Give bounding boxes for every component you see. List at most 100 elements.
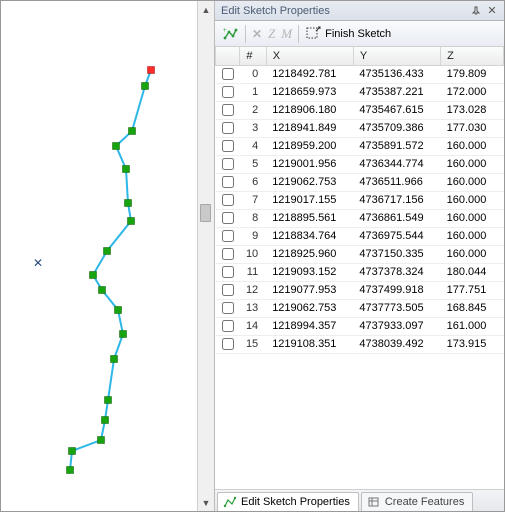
row-checkbox-cell[interactable] bbox=[216, 227, 240, 245]
sketch-vertex[interactable] bbox=[104, 248, 111, 255]
sketch-vertex[interactable] bbox=[90, 272, 97, 279]
close-icon[interactable]: ✕ bbox=[484, 4, 500, 18]
row-y: 4735136.433 bbox=[353, 65, 440, 83]
row-y: 4735891.572 bbox=[353, 137, 440, 155]
table-row[interactable]: 11218659.9734735387.221172.000 bbox=[216, 83, 504, 101]
sketch-vertex[interactable] bbox=[99, 287, 106, 294]
table-row[interactable]: 111219093.1524737378.324180.044 bbox=[216, 263, 504, 281]
sketch-vertex[interactable] bbox=[113, 143, 120, 150]
table-row[interactable]: 151219108.3514738039.492173.915 bbox=[216, 335, 504, 353]
row-index: 5 bbox=[240, 155, 266, 173]
table-row[interactable]: 141218994.3574737933.097161.000 bbox=[216, 317, 504, 335]
sketch-vertex[interactable] bbox=[105, 397, 112, 404]
row-checkbox-cell[interactable] bbox=[216, 263, 240, 281]
row-checkbox-cell[interactable] bbox=[216, 173, 240, 191]
row-x: 1219077.953 bbox=[266, 281, 353, 299]
row-checkbox-cell[interactable] bbox=[216, 137, 240, 155]
row-checkbox-cell[interactable] bbox=[216, 299, 240, 317]
row-index: 8 bbox=[240, 209, 266, 227]
scroll-track[interactable] bbox=[198, 18, 214, 494]
sketch-vertex[interactable] bbox=[102, 417, 109, 424]
sketch-vertex[interactable] bbox=[120, 331, 127, 338]
row-checkbox[interactable] bbox=[222, 248, 234, 260]
sketch-vertex[interactable] bbox=[142, 83, 149, 90]
row-checkbox[interactable] bbox=[222, 230, 234, 242]
row-checkbox-cell[interactable] bbox=[216, 317, 240, 335]
row-checkbox-cell[interactable] bbox=[216, 209, 240, 227]
map-canvas[interactable]: ✕ bbox=[1, 1, 197, 511]
col-z[interactable]: Z bbox=[441, 47, 504, 65]
col-index[interactable]: # bbox=[240, 47, 266, 65]
row-z: 161.000 bbox=[441, 317, 504, 335]
sketch-vertex[interactable] bbox=[67, 467, 74, 474]
tab-edit-sketch[interactable]: Edit Sketch Properties bbox=[217, 492, 359, 511]
row-checkbox-cell[interactable] bbox=[216, 191, 240, 209]
row-x: 1218834.764 bbox=[266, 227, 353, 245]
row-y: 4737773.505 bbox=[353, 299, 440, 317]
sketch-tool-icon[interactable]: + bbox=[221, 25, 239, 43]
row-checkbox-cell[interactable] bbox=[216, 65, 240, 83]
row-checkbox[interactable] bbox=[222, 104, 234, 116]
scroll-up-icon[interactable]: ▲ bbox=[199, 1, 214, 18]
row-checkbox[interactable] bbox=[222, 68, 234, 80]
row-checkbox[interactable] bbox=[222, 320, 234, 332]
sketch-end-vertex[interactable] bbox=[148, 67, 155, 74]
row-y: 4736511.966 bbox=[353, 173, 440, 191]
row-checkbox-cell[interactable] bbox=[216, 245, 240, 263]
vertex-grid[interactable]: # X Y Z 01218492.7814735136.433179.80911… bbox=[215, 47, 504, 489]
row-checkbox[interactable] bbox=[222, 338, 234, 350]
sketch-vertex[interactable] bbox=[129, 128, 136, 135]
table-row[interactable]: 31218941.8494735709.386177.030 bbox=[216, 119, 504, 137]
sketch-vertex[interactable] bbox=[111, 356, 118, 363]
sketch-vertex[interactable] bbox=[98, 437, 105, 444]
sketch-vertex[interactable] bbox=[128, 218, 135, 225]
col-y[interactable]: Y bbox=[353, 47, 440, 65]
row-checkbox[interactable] bbox=[222, 212, 234, 224]
row-checkbox[interactable] bbox=[222, 176, 234, 188]
row-checkbox[interactable] bbox=[222, 266, 234, 278]
sketch-vertex[interactable] bbox=[115, 307, 122, 314]
row-checkbox-cell[interactable] bbox=[216, 119, 240, 137]
row-y: 4736344.774 bbox=[353, 155, 440, 173]
z-toggle: Z bbox=[268, 26, 275, 42]
table-row[interactable]: 41218959.2004735891.572160.000 bbox=[216, 137, 504, 155]
table-row[interactable]: 101218925.9604737150.335160.000 bbox=[216, 245, 504, 263]
row-index: 1 bbox=[240, 83, 266, 101]
table-row[interactable]: 91218834.7644736975.544160.000 bbox=[216, 227, 504, 245]
table-row[interactable]: 131219062.7534737773.505168.845 bbox=[216, 299, 504, 317]
row-checkbox-cell[interactable] bbox=[216, 281, 240, 299]
row-checkbox-cell[interactable] bbox=[216, 335, 240, 353]
row-z: 160.000 bbox=[441, 137, 504, 155]
tab-create-features[interactable]: Create Features bbox=[361, 492, 473, 511]
col-check[interactable] bbox=[216, 47, 240, 65]
scroll-down-icon[interactable]: ▼ bbox=[199, 494, 214, 511]
table-row[interactable]: 01218492.7814735136.433179.809 bbox=[216, 65, 504, 83]
row-checkbox[interactable] bbox=[222, 284, 234, 296]
scroll-thumb[interactable] bbox=[200, 204, 211, 222]
sketch-vertex[interactable] bbox=[125, 200, 132, 207]
row-checkbox[interactable] bbox=[222, 194, 234, 206]
row-checkbox-cell[interactable] bbox=[216, 83, 240, 101]
table-row[interactable]: 21218906.1804735467.615173.028 bbox=[216, 101, 504, 119]
sketch-polyline[interactable] bbox=[70, 70, 151, 470]
sketch-vertex[interactable] bbox=[123, 166, 130, 173]
row-checkbox-cell[interactable] bbox=[216, 155, 240, 173]
row-checkbox[interactable] bbox=[222, 86, 234, 98]
map-vertical-scrollbar[interactable]: ▲ ▼ bbox=[197, 1, 214, 511]
row-checkbox-cell[interactable] bbox=[216, 101, 240, 119]
finish-sketch-button[interactable]: Finish Sketch bbox=[305, 26, 391, 42]
row-y: 4737378.324 bbox=[353, 263, 440, 281]
row-checkbox[interactable] bbox=[222, 140, 234, 152]
row-x: 1218941.849 bbox=[266, 119, 353, 137]
table-row[interactable]: 51219001.9564736344.774160.000 bbox=[216, 155, 504, 173]
col-x[interactable]: X bbox=[266, 47, 353, 65]
table-row[interactable]: 81218895.5614736861.549160.000 bbox=[216, 209, 504, 227]
row-checkbox[interactable] bbox=[222, 122, 234, 134]
row-checkbox[interactable] bbox=[222, 158, 234, 170]
sketch-vertex[interactable] bbox=[69, 448, 76, 455]
table-row[interactable]: 61219062.7534736511.966160.000 bbox=[216, 173, 504, 191]
table-row[interactable]: 121219077.9534737499.918177.751 bbox=[216, 281, 504, 299]
auto-hide-pin-icon[interactable] bbox=[468, 4, 484, 18]
table-row[interactable]: 71219017.1554736717.156160.000 bbox=[216, 191, 504, 209]
row-checkbox[interactable] bbox=[222, 302, 234, 314]
